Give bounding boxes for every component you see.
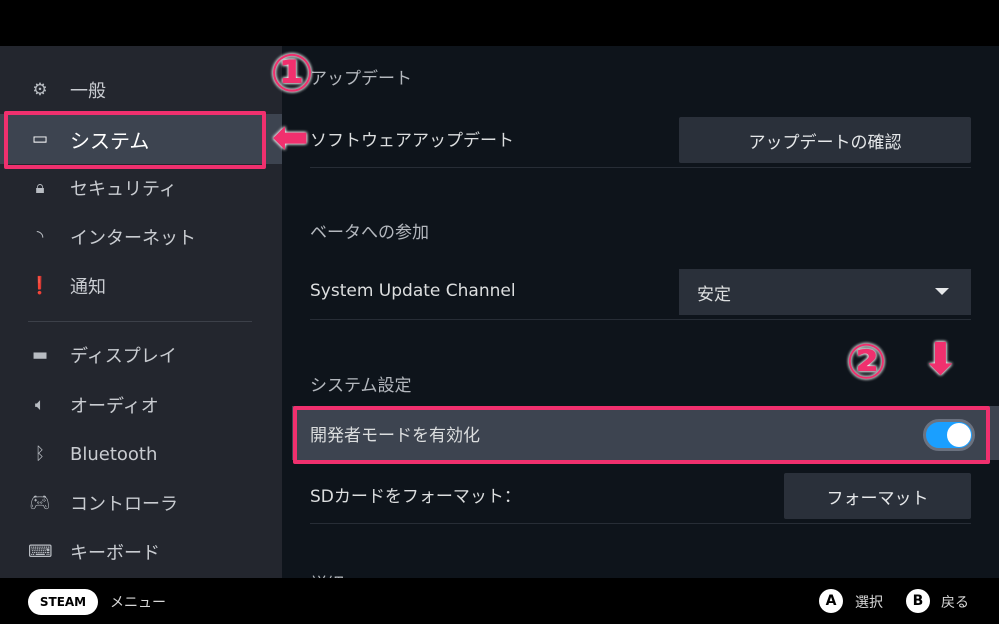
annotation-one: ① (270, 44, 315, 104)
gear-icon: ⚙ (32, 80, 48, 100)
arrow-down-icon: ⬇ (922, 334, 959, 385)
menu-label: メニュー (110, 595, 166, 611)
sidebar-item-internet[interactable]: ◝ インターネット (0, 213, 282, 261)
speaker-icon: 🔈︎ (34, 395, 46, 415)
annotation-two: ② (846, 334, 887, 390)
sidebar-item-general[interactable]: ⚙ 一般 (0, 66, 282, 114)
sd-format-row: SDカードをフォーマット： フォーマット (310, 466, 971, 524)
check-update-button[interactable]: アップデートの確認 (679, 117, 971, 163)
keyboard-icon: ⌨ (28, 542, 53, 562)
select-label[interactable]: 選択 (855, 592, 883, 612)
dev-mode-highlight-box (293, 406, 990, 464)
b-button-icon: B (906, 589, 930, 613)
alert-icon: ❗ (29, 276, 51, 296)
system-settings-heading: システム設定 (310, 376, 412, 396)
sidebar-item-bluetooth[interactable]: ᛒ Bluetooth (0, 430, 282, 478)
sidebar-item-notifications[interactable]: ❗ 通知 (0, 262, 282, 310)
gamepad-icon: 🎮︎ (29, 493, 51, 513)
monitor-icon: ▬ (31, 345, 49, 365)
details-heading: 詳細 (310, 570, 344, 578)
back-label[interactable]: 戻る (941, 592, 969, 612)
arrow-left-icon: ⬅ (272, 112, 309, 163)
steam-button[interactable]: STEAM (28, 589, 98, 615)
sidebar-item-security[interactable]: 🔒︎ セキュリティ (0, 164, 282, 212)
software-update-row: ソフトウェアアップデート アップデートの確認 (310, 110, 971, 168)
wifi-icon: ◝ (36, 227, 44, 247)
sidebar-item-controller[interactable]: 🎮︎ コントローラ (0, 479, 282, 527)
footer-bar: STEAM メニュー A 選択 B 戻る (0, 578, 999, 624)
bluetooth-icon: ᛒ (34, 444, 46, 464)
lock-icon: 🔒︎ (35, 178, 45, 198)
sidebar-divider (28, 321, 252, 322)
a-button-icon: A (819, 589, 843, 613)
sidebar-item-keyboard[interactable]: ⌨ キーボード (0, 528, 282, 576)
chevron-down-icon (935, 288, 949, 295)
sidebar-item-audio[interactable]: 🔈︎ オーディオ (0, 381, 282, 429)
format-button[interactable]: フォーマット (784, 473, 971, 519)
top-bar (0, 0, 999, 46)
update-channel-dropdown[interactable]: 安定 (679, 269, 971, 315)
update-heading: アップデート (310, 69, 412, 89)
sidebar-item-display[interactable]: ▬ ディスプレイ (0, 331, 282, 379)
system-highlight-box (4, 111, 266, 169)
beta-heading: ベータへの参加 (310, 223, 429, 243)
main-panel: アップデート ソフトウェアアップデート アップデートの確認 ベータへの参加 Sy… (282, 46, 999, 578)
update-channel-row: System Update Channel 安定 (310, 262, 971, 320)
